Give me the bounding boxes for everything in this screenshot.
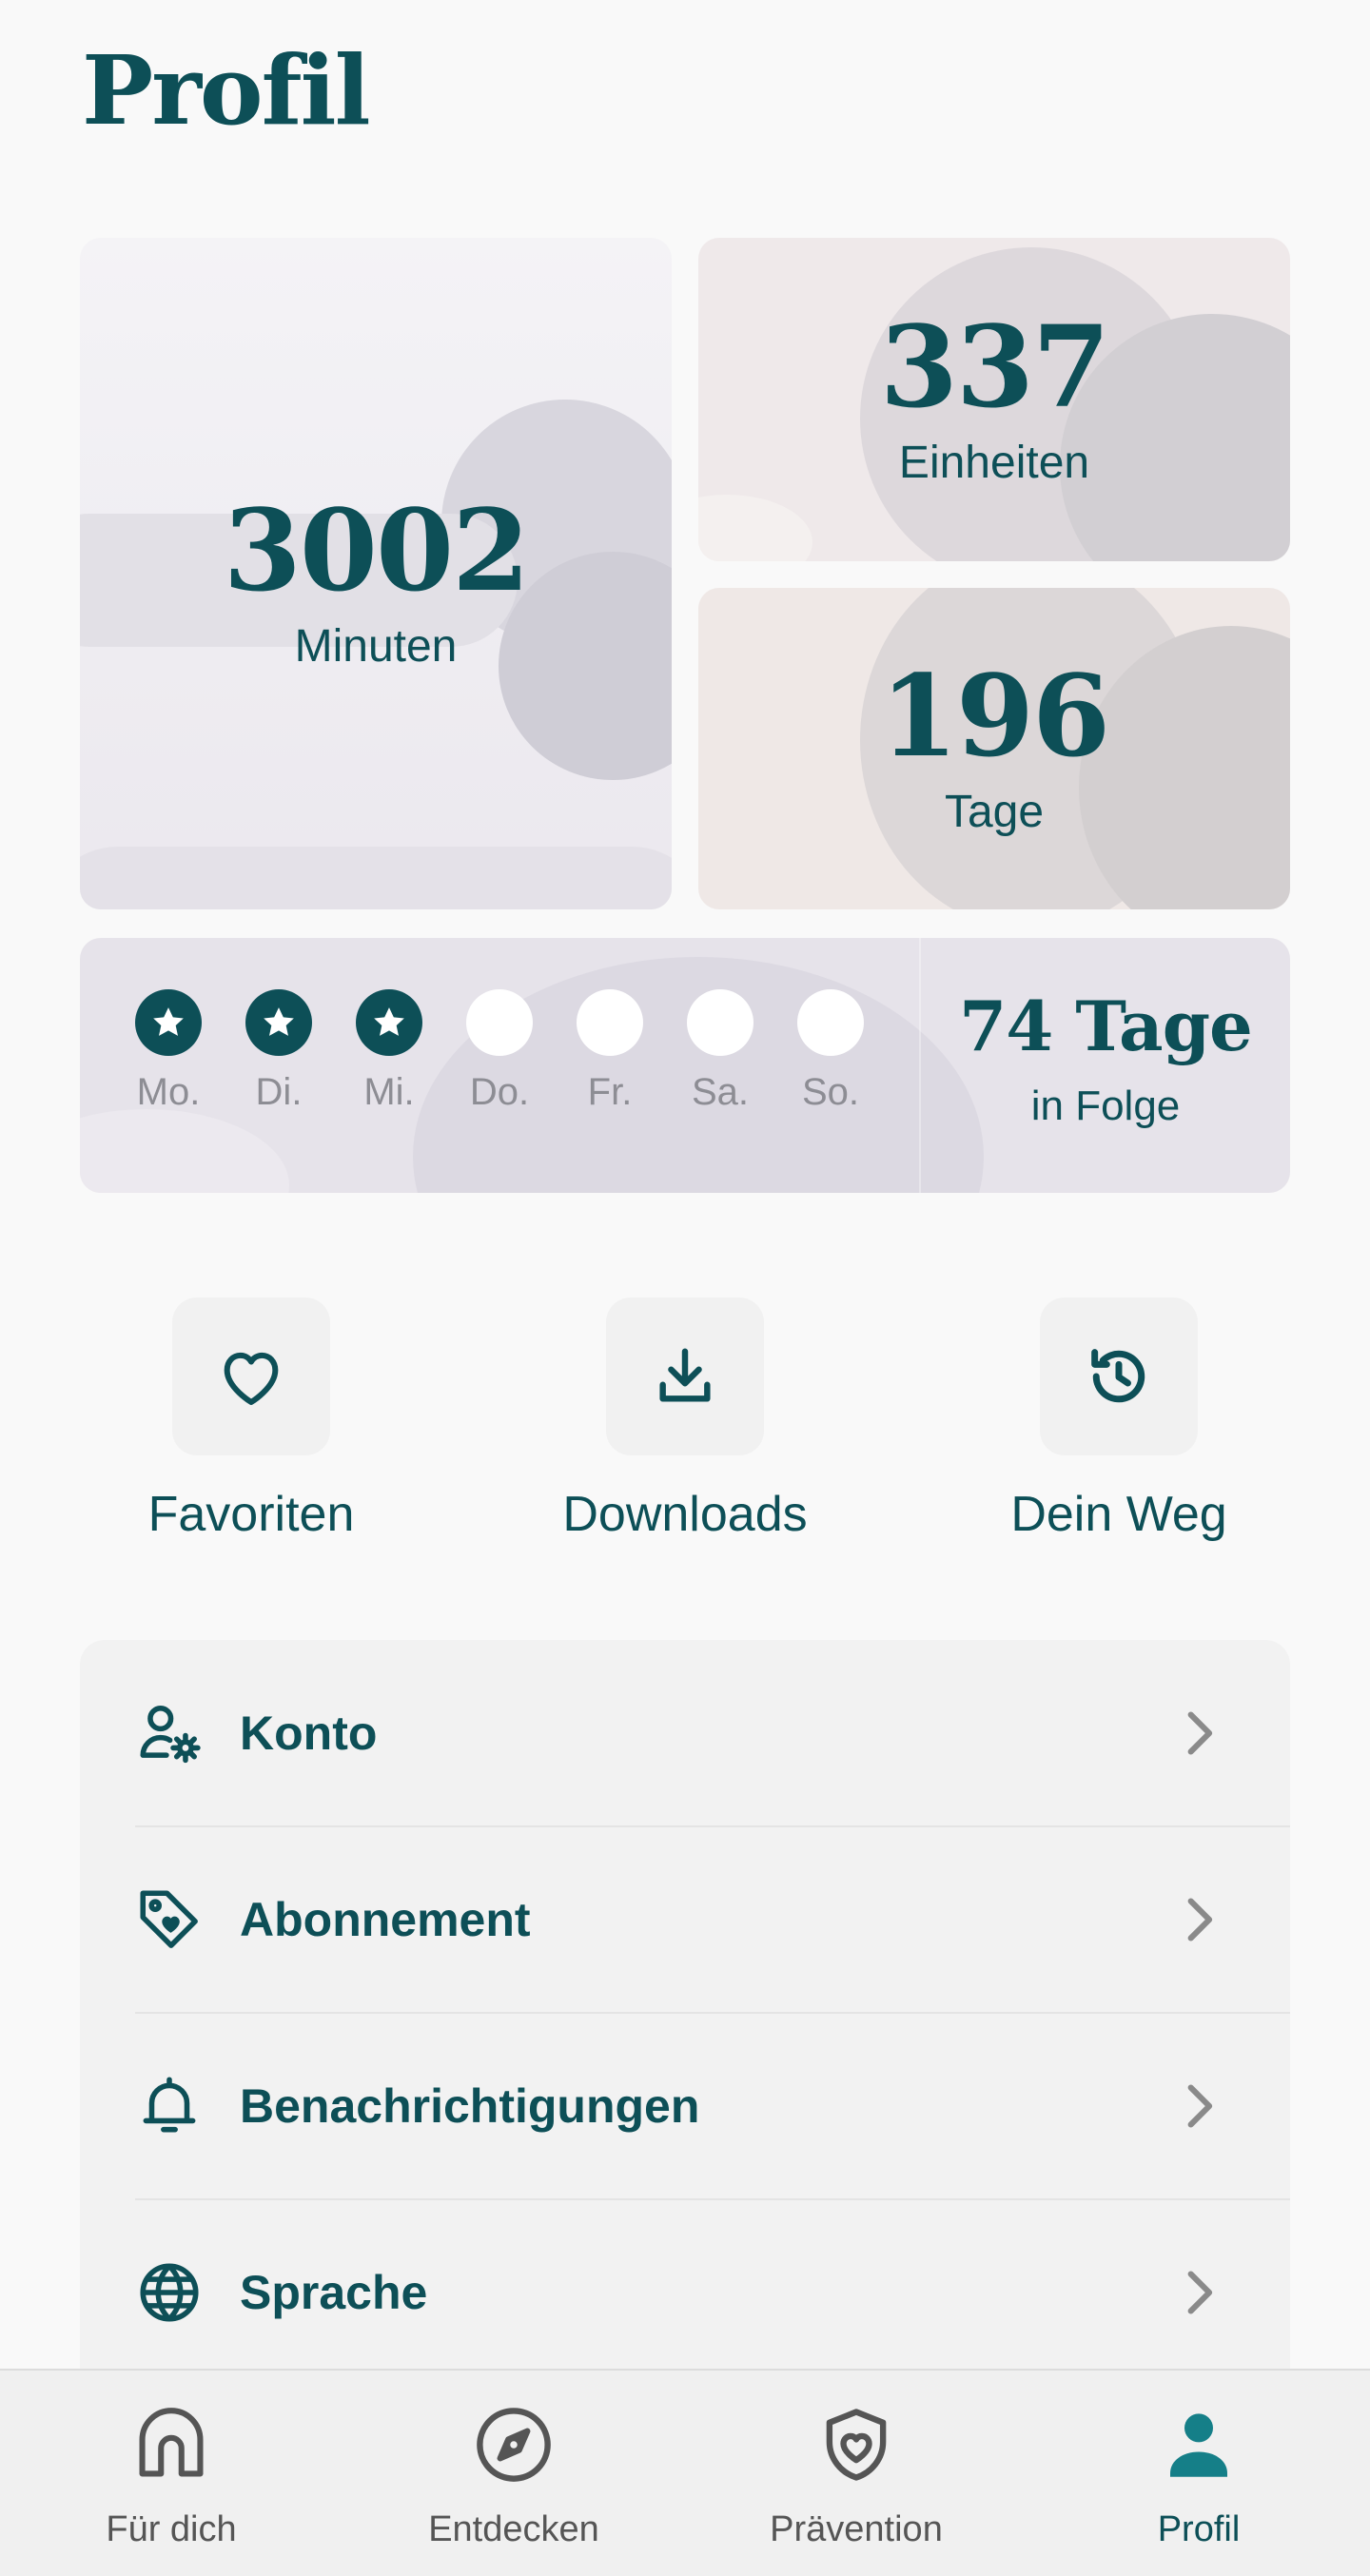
star-icon — [356, 989, 422, 1056]
nav-label: Prävention — [770, 2509, 943, 2549]
menu-label-sprache: Sprache — [240, 2266, 428, 2319]
days-label: Tage — [944, 786, 1045, 837]
shield-heart-icon — [809, 2397, 904, 2492]
stat-card-units: 337 Einheiten — [698, 238, 1290, 561]
nav-item-entdecken[interactable]: Entdecken — [342, 2371, 685, 2576]
streak-day: Sa. — [687, 989, 754, 1114]
days-value: 196 — [879, 649, 1110, 782]
dein-weg-button[interactable]: Dein Weg — [948, 1298, 1290, 1543]
history-icon[interactable] — [1040, 1298, 1198, 1455]
globe-icon — [133, 2256, 206, 2329]
chevron-right-icon — [1180, 1705, 1218, 1762]
home-icon — [124, 2397, 219, 2492]
streak-day-label: Di. — [255, 1071, 303, 1113]
nav-label: Profil — [1157, 2509, 1241, 2549]
heart-icon[interactable] — [172, 1298, 330, 1455]
star-icon — [135, 989, 202, 1056]
dein-weg-label: Dein Weg — [1010, 1487, 1227, 1542]
user-settings-icon — [133, 1697, 206, 1769]
download-icon[interactable] — [606, 1298, 764, 1455]
nav-label: Entdecken — [428, 2509, 599, 2549]
streak-day-label: Mi. — [363, 1071, 415, 1113]
streak-day: Di. — [245, 989, 312, 1114]
streak-card: Mo. Di. Mi. Do. Fr. Sa. So. 74 Tage in F… — [80, 938, 1290, 1193]
units-label: Einheiten — [898, 437, 1090, 488]
empty-day-dot — [687, 989, 754, 1056]
tag-heart-icon — [133, 1883, 206, 1956]
streak-day: So. — [797, 989, 864, 1114]
nav-item-fuer-dich[interactable]: Für dich — [0, 2371, 342, 2576]
streak-count: 74 Tage — [959, 986, 1253, 1066]
favorites-button[interactable]: Favoriten — [80, 1298, 422, 1543]
empty-day-dot — [797, 989, 864, 1056]
chevron-right-icon — [1180, 2078, 1218, 2135]
star-icon — [245, 989, 312, 1056]
streak-subtitle: in Folge — [1030, 1083, 1181, 1129]
streak-day: Mi. — [356, 989, 422, 1114]
menu-label-abonnement: Abonnement — [240, 1893, 531, 1946]
streak-day-label: Fr. — [587, 1071, 633, 1113]
streak-day-label: Do. — [469, 1071, 530, 1113]
nav-item-praevention[interactable]: Prävention — [685, 2371, 1028, 2576]
nav-item-profil[interactable]: Profil — [1028, 2371, 1370, 2576]
compass-icon — [466, 2397, 561, 2492]
chevron-right-icon — [1180, 1891, 1218, 1948]
empty-day-dot — [466, 989, 533, 1056]
stat-card-minutes: 3002 Minuten — [80, 238, 672, 909]
menu-item-konto[interactable]: Konto — [80, 1640, 1290, 1826]
streak-day-label: Mo. — [136, 1071, 201, 1113]
streak-day: Do. — [466, 989, 533, 1114]
bell-icon — [133, 2070, 206, 2142]
streak-day: Fr. — [577, 989, 643, 1114]
chevron-right-icon — [1180, 2264, 1218, 2321]
bottom-navigation: Für dich Entdecken Prävention Profil — [0, 2369, 1370, 2576]
minutes-label: Minuten — [294, 620, 458, 672]
menu-label-konto: Konto — [240, 1707, 378, 1760]
downloads-button[interactable]: Downloads — [514, 1298, 856, 1543]
downloads-label: Downloads — [562, 1487, 808, 1542]
nav-label: Für dich — [106, 2509, 237, 2549]
menu-item-abonnement[interactable]: Abonnement — [80, 1826, 1290, 2013]
streak-day-label: Sa. — [691, 1071, 750, 1113]
menu-item-benachrichtigungen[interactable]: Benachrichtigungen — [80, 2013, 1290, 2199]
streak-day: Mo. — [135, 989, 202, 1114]
menu-label-benachrichtigungen: Benachrichtigungen — [240, 2079, 700, 2133]
empty-day-dot — [577, 989, 643, 1056]
menu-item-sprache[interactable]: Sprache — [80, 2199, 1290, 2386]
person-icon — [1151, 2397, 1246, 2492]
page-title: Profil — [82, 34, 371, 146]
favorites-label: Favoriten — [147, 1487, 355, 1542]
minutes-value: 3002 — [223, 483, 530, 616]
stat-card-days: 196 Tage — [698, 588, 1290, 909]
streak-day-label: So. — [801, 1071, 860, 1113]
units-value: 337 — [879, 300, 1110, 433]
